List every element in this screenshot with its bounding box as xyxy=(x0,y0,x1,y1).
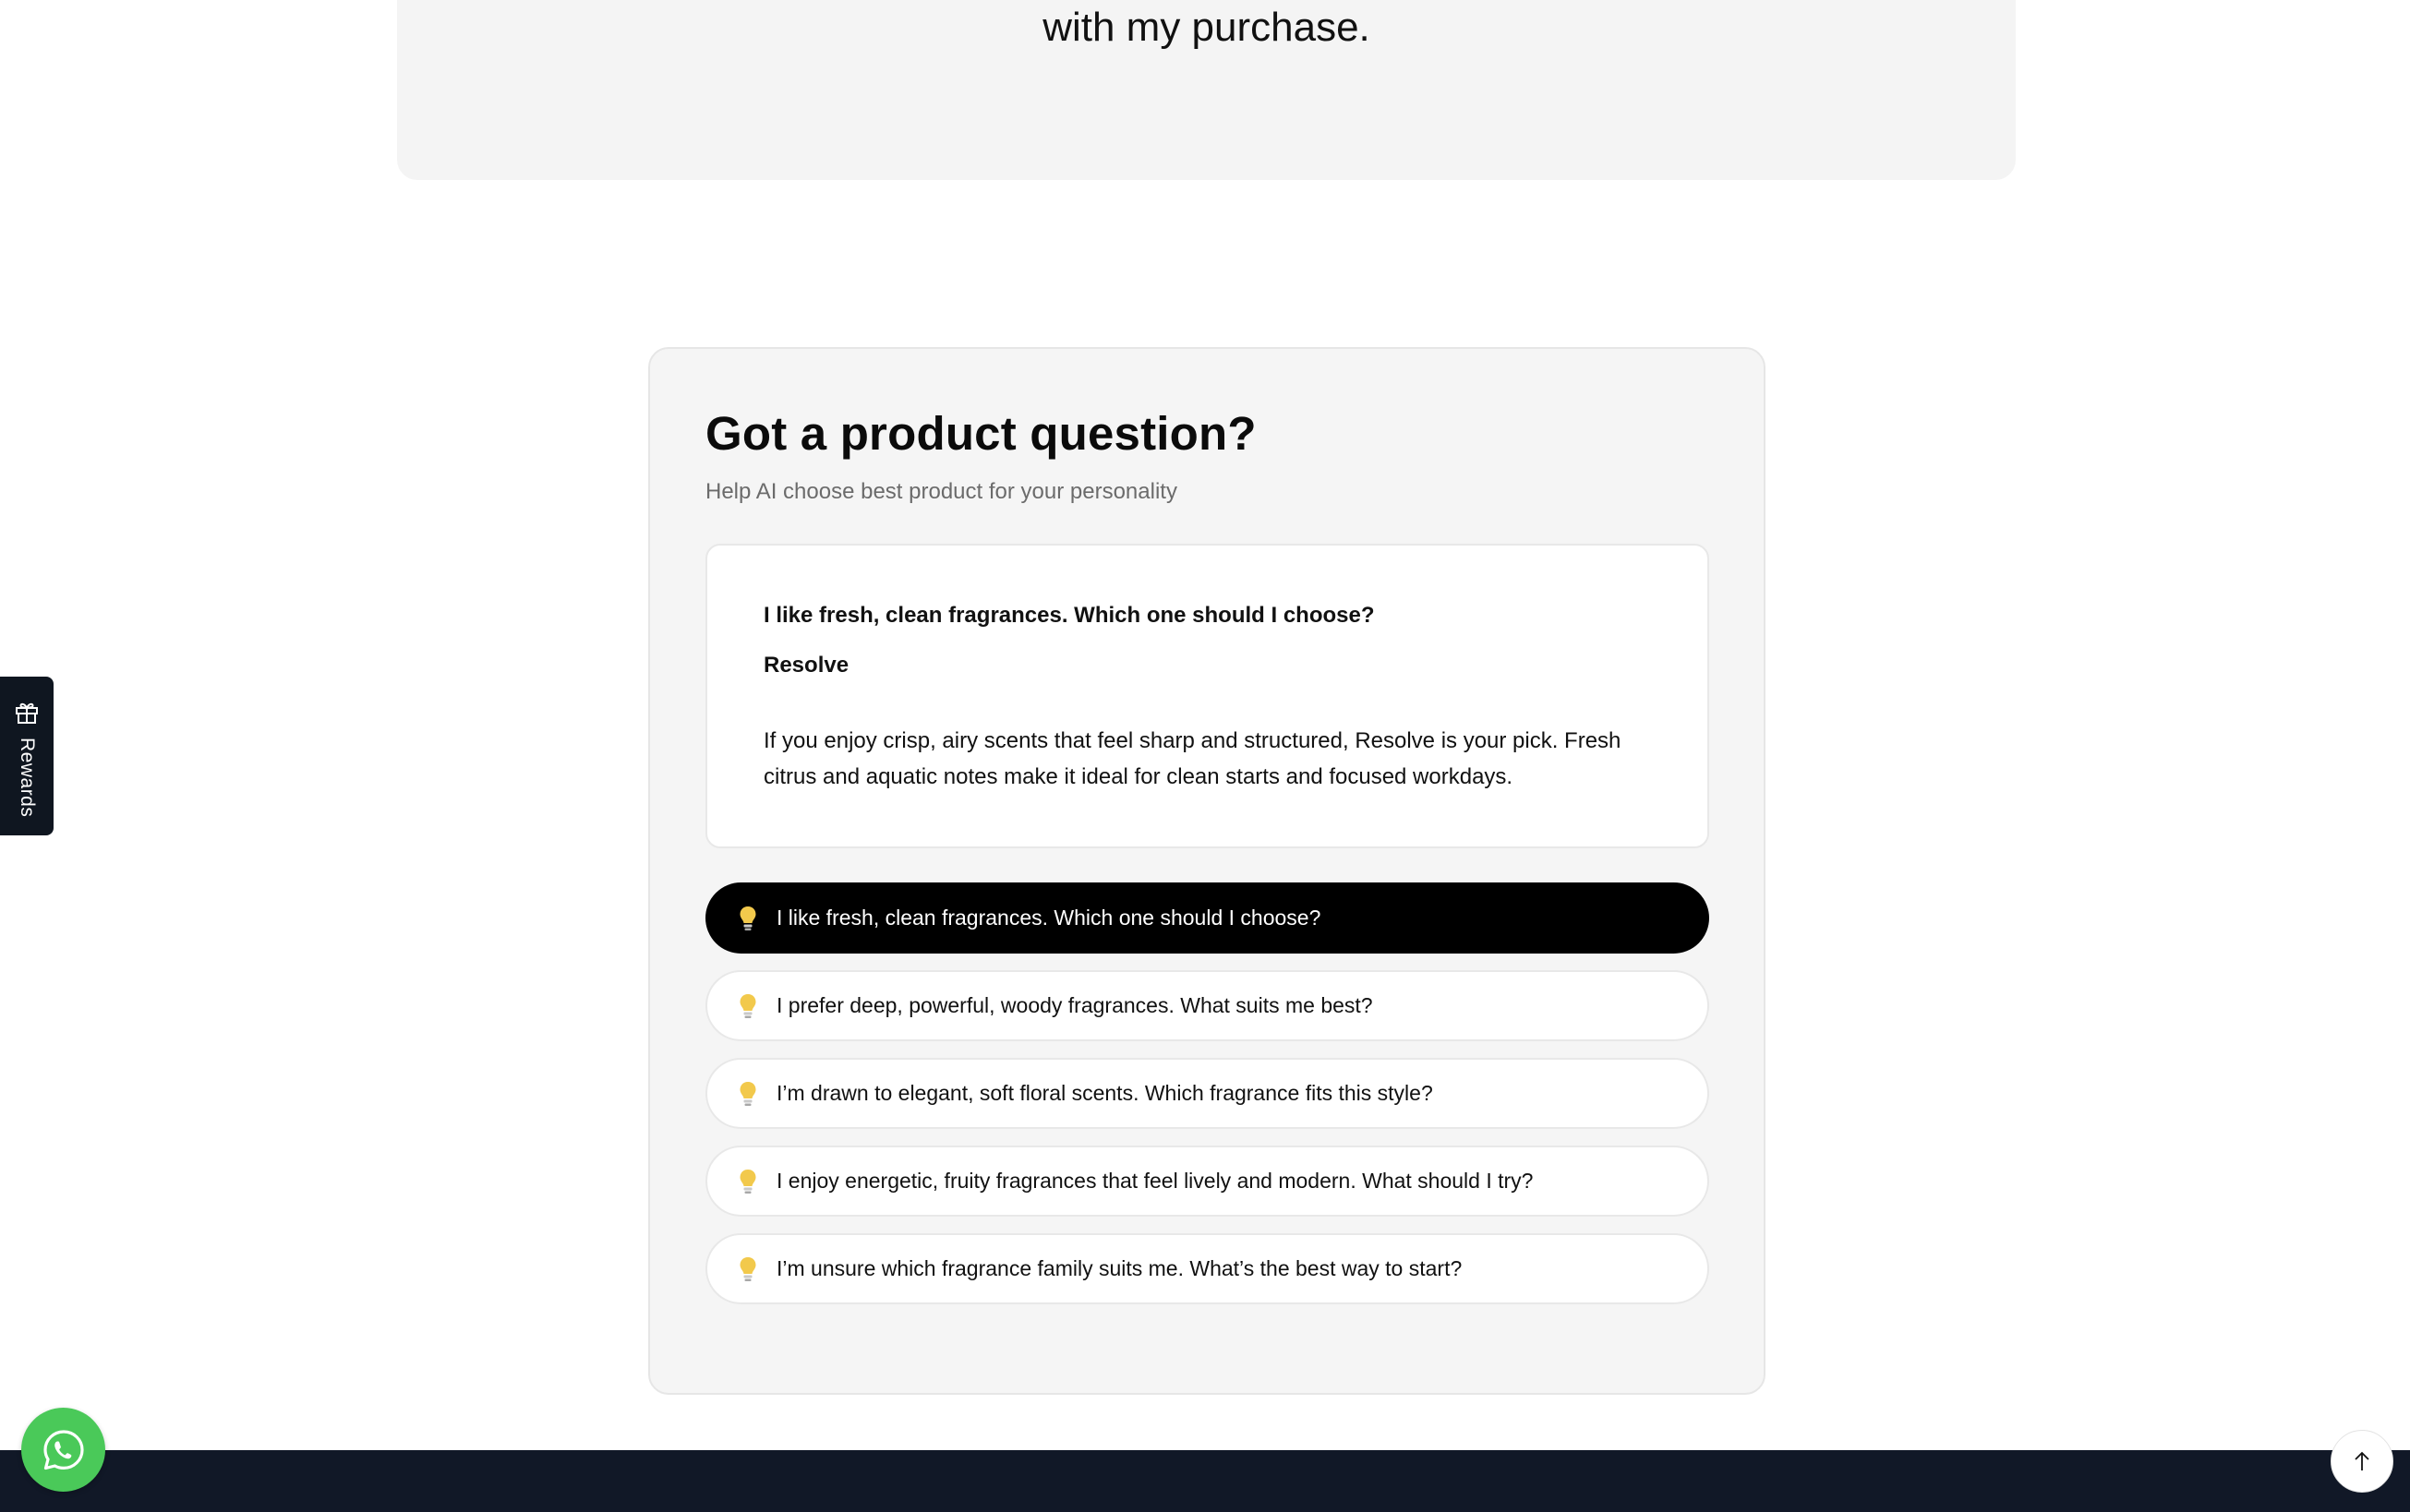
testimonial-text: with my purchase. xyxy=(1042,5,1370,50)
lightbulb-icon xyxy=(740,993,756,1018)
suggestion-pill[interactable]: I like fresh, clean fragrances. Which on… xyxy=(705,882,1709,954)
answer-card: I like fresh, clean fragrances. Which on… xyxy=(705,544,1709,848)
suggestion-label: I’m unsure which fragrance family suits … xyxy=(777,1256,1463,1280)
section-subtitle: Help AI choose best product for your per… xyxy=(705,479,1177,504)
suggestion-label: I enjoy energetic, fruity fragrances tha… xyxy=(777,1169,1534,1193)
lightbulb-icon xyxy=(740,1081,756,1106)
suggestion-label: I’m drawn to elegant, soft floral scents… xyxy=(777,1081,1433,1105)
scroll-to-top-button[interactable] xyxy=(2331,1430,2393,1493)
suggestion-label: I prefer deep, powerful, woody fragrance… xyxy=(777,993,1373,1017)
page: with my purchase. Got a product question… xyxy=(0,0,2410,1512)
suggestion-pill[interactable]: I enjoy energetic, fruity fragrances tha… xyxy=(705,1146,1709,1217)
section-title: Got a product question? xyxy=(705,407,1257,460)
whatsapp-button[interactable] xyxy=(21,1408,105,1492)
footer xyxy=(0,1450,2410,1512)
answer-question: I like fresh, clean fragrances. Which on… xyxy=(764,603,1375,628)
answer-body: If you enjoy crisp, airy scents that fee… xyxy=(764,728,1621,789)
rewards-tab[interactable]: Rewards xyxy=(0,677,54,835)
arrow-up-icon xyxy=(2355,1451,2369,1470)
product-question-section: Got a product question? Help AI choose b… xyxy=(648,347,1765,1395)
whatsapp-icon xyxy=(42,1429,84,1470)
suggestion-pill[interactable]: I’m unsure which fragrance family suits … xyxy=(705,1233,1709,1304)
rewards-label: Rewards xyxy=(17,738,38,818)
answer-product-name: Resolve xyxy=(764,653,850,678)
suggestion-list: I like fresh, clean fragrances. Which on… xyxy=(705,882,1709,1321)
testimonial-card: with my purchase. xyxy=(397,0,2016,180)
lightbulb-icon xyxy=(740,1256,756,1281)
gift-icon xyxy=(16,702,38,724)
lightbulb-icon xyxy=(740,1169,756,1194)
suggestion-pill[interactable]: I prefer deep, powerful, woody fragrance… xyxy=(705,970,1709,1041)
suggestion-pill[interactable]: I’m drawn to elegant, soft floral scents… xyxy=(705,1058,1709,1129)
lightbulb-icon xyxy=(740,906,756,930)
suggestion-label: I like fresh, clean fragrances. Which on… xyxy=(777,906,1321,930)
